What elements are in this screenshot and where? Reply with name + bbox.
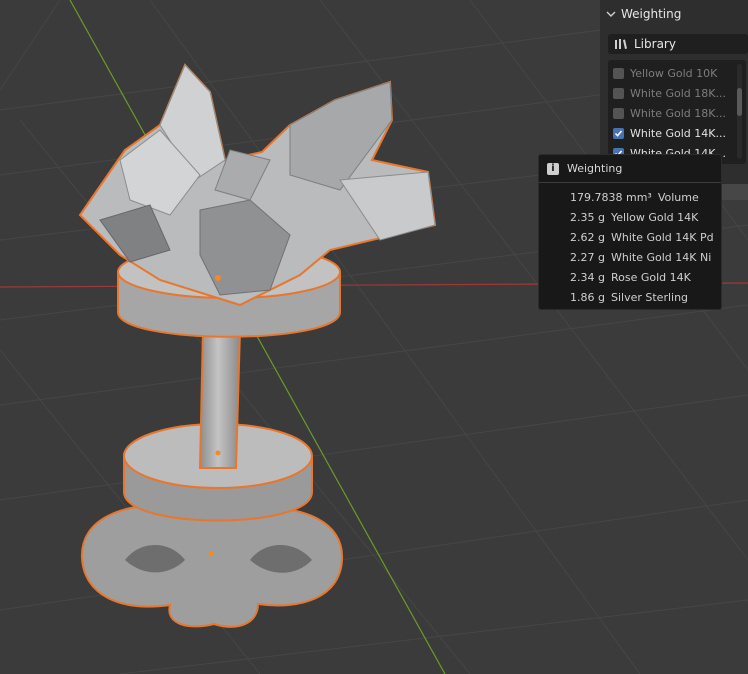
- list-item[interactable]: White Gold 18K...: [613, 104, 726, 122]
- list-item-label: Yellow Gold 10K: [630, 66, 718, 80]
- checkbox-icon[interactable]: [613, 67, 624, 79]
- list-item-label: White Gold 18K...: [630, 86, 726, 100]
- tooltip-label: Rose Gold 14K: [610, 271, 691, 284]
- tooltip-row: 179.7838 mm³ Volume: [570, 191, 699, 207]
- checkbox-icon[interactable]: [613, 107, 624, 119]
- library-list[interactable]: Yellow Gold 10K White Gold 18K... White …: [608, 60, 746, 164]
- info-icon: i: [547, 162, 559, 175]
- panel-header-label: Weighting: [621, 7, 682, 21]
- tooltip-value: 179.7838 mm³: [570, 191, 652, 204]
- tooltip-row: 1.86 g Silver Sterling: [570, 291, 688, 307]
- tooltip-label: White Gold 14K Ni: [610, 251, 712, 264]
- library-label: Library: [634, 37, 676, 51]
- list-item-label: White Gold 14K...: [630, 126, 726, 140]
- library-selector[interactable]: Library: [608, 34, 748, 54]
- list-item[interactable]: Yellow Gold 10K: [613, 64, 717, 82]
- tooltip-value: 2.27 g: [570, 251, 605, 264]
- tooltip-label: Yellow Gold 14K: [610, 211, 699, 224]
- tooltip-value: 2.34 g: [570, 271, 605, 284]
- tooltip-label: Silver Sterling: [610, 291, 689, 304]
- weighting-panel-header[interactable]: Weighting: [606, 5, 681, 23]
- list-item[interactable]: White Gold 18K...: [613, 84, 726, 102]
- tooltip-value: 2.62 g: [570, 231, 605, 244]
- tooltip-header: i Weighting: [539, 155, 721, 183]
- checkbox-icon[interactable]: [613, 127, 624, 139]
- panel-edge: [720, 184, 748, 200]
- tooltip-title: Weighting: [567, 162, 623, 175]
- ring-model: [78, 63, 437, 628]
- chevron-down-icon: [606, 11, 616, 17]
- tooltip-row: 2.35 g Yellow Gold 14K: [570, 211, 698, 227]
- tooltip-label: White Gold 14K Pd: [610, 231, 714, 244]
- scrollbar-thumb[interactable]: [737, 88, 742, 116]
- list-item[interactable]: White Gold 14K...: [613, 124, 726, 142]
- tooltip-row: 2.27 g White Gold 14K Ni: [570, 251, 711, 267]
- checkbox-icon[interactable]: [613, 87, 624, 99]
- list-scrollbar[interactable]: [737, 64, 742, 159]
- weighting-tooltip: i Weighting 179.7838 mm³ Volume 2.35 g Yel…: [538, 154, 722, 310]
- origin-dot: [215, 450, 221, 456]
- origin-dot: [208, 551, 214, 557]
- list-item-label: White Gold 18K...: [630, 106, 726, 120]
- tooltip-value: 2.35 g: [570, 211, 605, 224]
- origin-dot: [215, 275, 221, 281]
- library-icon: [615, 39, 627, 49]
- tooltip-row: 2.34 g Rose Gold 14K: [570, 271, 691, 287]
- tooltip-label: Volume: [657, 191, 699, 204]
- tooltip-row: 2.62 g White Gold 14K Pd: [570, 231, 714, 247]
- tooltip-value: 1.86 g: [570, 291, 605, 304]
